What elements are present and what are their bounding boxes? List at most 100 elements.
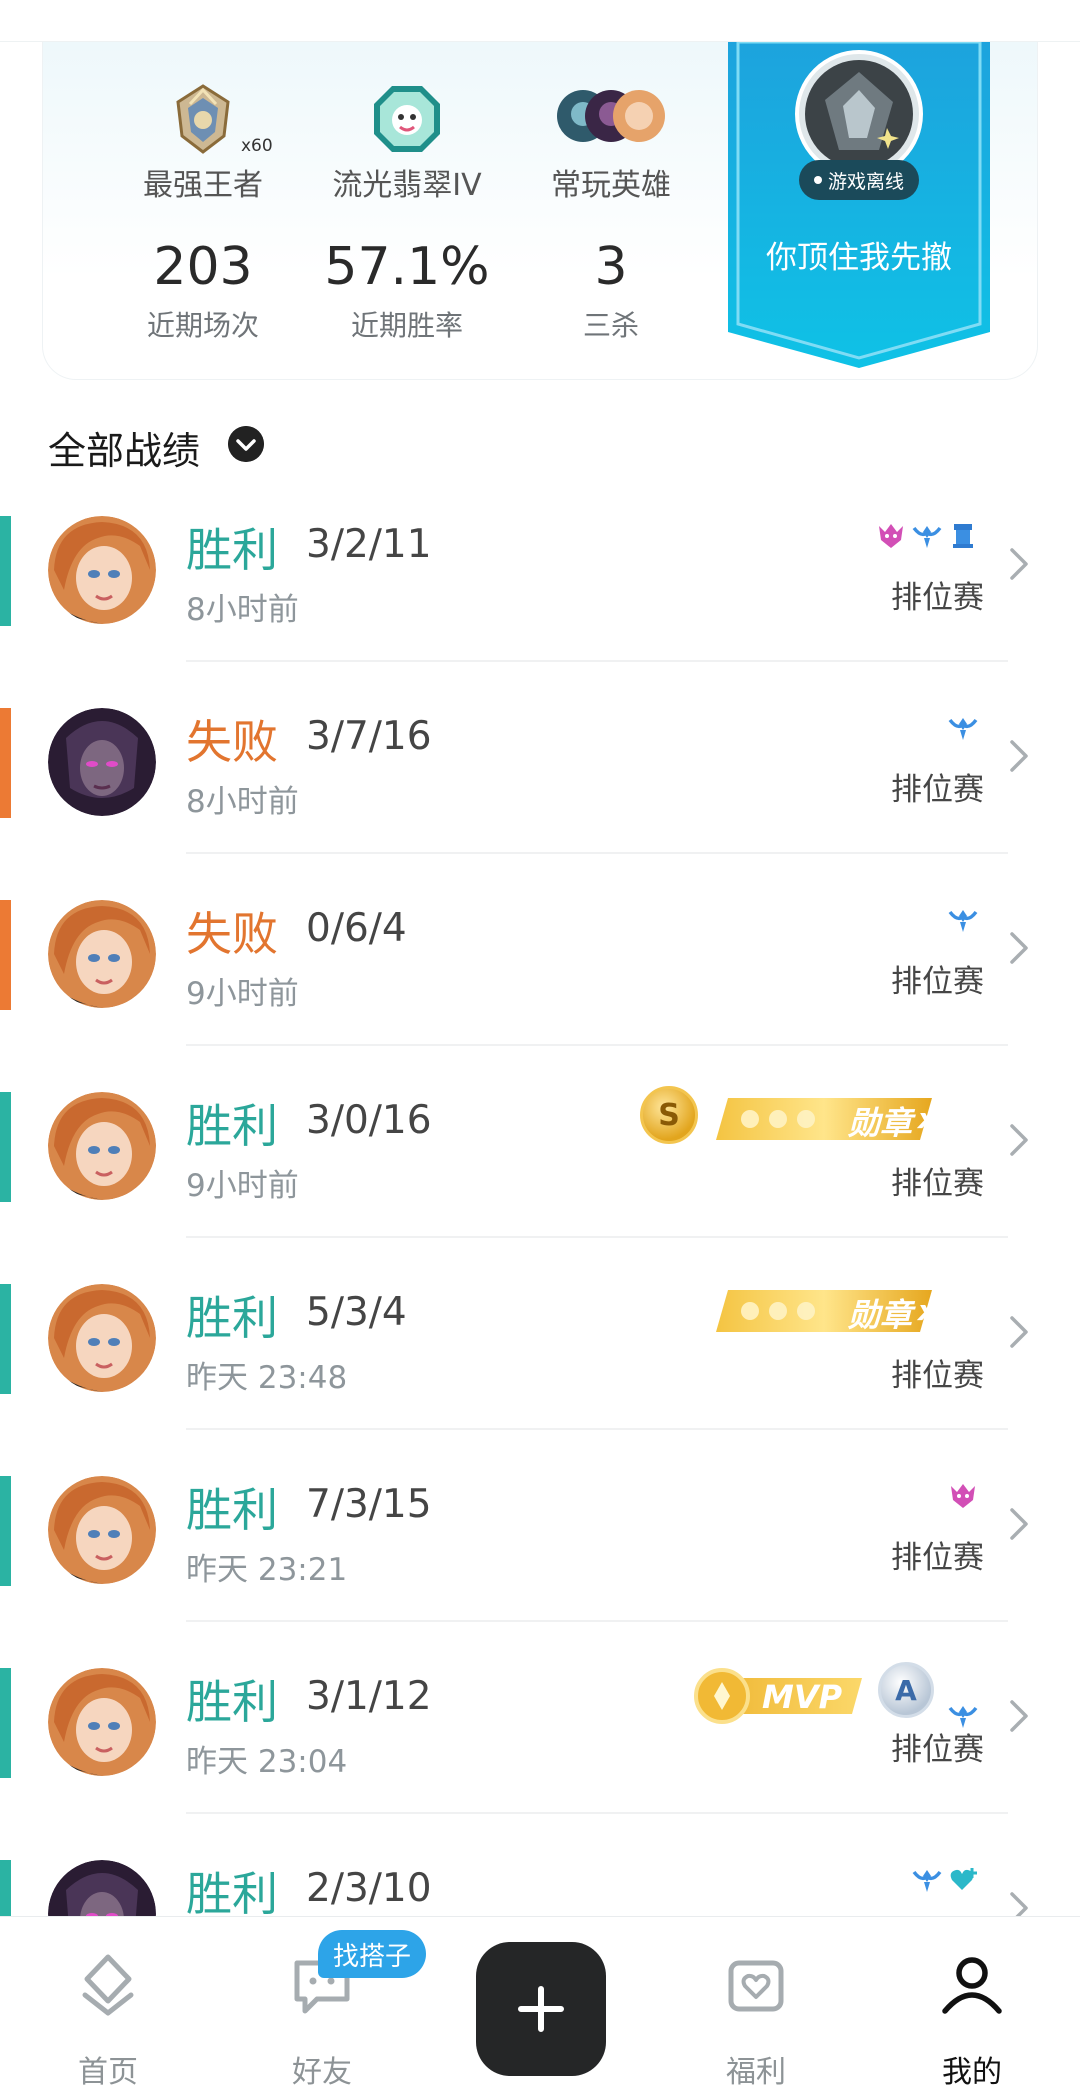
- online-status-badge: 游戏离线: [799, 160, 919, 200]
- wings-icon: [912, 520, 942, 554]
- match-time: 昨天 23:04: [186, 1744, 348, 1780]
- create-button[interactable]: [476, 1942, 606, 2076]
- wings-icon: [912, 1864, 942, 1898]
- filter-dropdown-icon[interactable]: [228, 426, 264, 462]
- chevron-right-icon[interactable]: [1006, 1120, 1032, 1160]
- wings-icon: [948, 904, 978, 938]
- heroes-column[interactable]: 常玩英雄 3 三杀: [511, 42, 711, 380]
- recent-games-value: 203: [153, 237, 253, 297]
- rank-stars: x60: [241, 136, 273, 156]
- result-indicator-bar: [0, 1284, 11, 1394]
- mvp-badge: MVP: [690, 1668, 862, 1724]
- match-row[interactable]: 胜利 3/0/16 9小时前 排位赛 勋章 x4 S: [0, 1086, 1080, 1278]
- chevron-right-icon[interactable]: [1006, 1312, 1032, 1352]
- match-time: 8小时前: [186, 592, 299, 628]
- win-rate-value: 57.1%: [324, 237, 490, 297]
- badge-group: [948, 1480, 984, 1520]
- tier-column[interactable]: 流光翡翠IV 57.1% 近期胜率: [307, 42, 507, 380]
- tier-label: 流光翡翠IV: [332, 168, 482, 203]
- wings-icon: [948, 712, 978, 746]
- match-row[interactable]: 失败 3/7/16 8小时前 排位赛: [0, 702, 1080, 894]
- hero-avatar: [48, 900, 156, 1008]
- hero-avatar: [48, 1476, 156, 1584]
- medal-text: 勋章: [848, 1104, 913, 1142]
- rank-column[interactable]: x60 最强王者 203 近期场次: [103, 42, 303, 380]
- chevron-right-icon[interactable]: [1006, 1696, 1032, 1736]
- match-result: 胜利: [186, 1675, 278, 1729]
- result-indicator-bar: [0, 1092, 11, 1202]
- hero-avatar: [48, 708, 156, 816]
- match-kda: 3/7/16: [306, 714, 432, 759]
- medal-strip: 勋章 x4: [716, 1096, 1006, 1142]
- medal-count: x4: [918, 1102, 956, 1135]
- match-kda: 3/1/12: [306, 1674, 432, 1719]
- mvp-text: MVP: [762, 1678, 843, 1716]
- tier-emblem-icon: [374, 86, 440, 152]
- demon-crest-icon: [948, 1480, 978, 1514]
- nav-mine[interactable]: 我的: [892, 1917, 1052, 2098]
- match-mode: 排位赛: [891, 580, 984, 616]
- match-result: 胜利: [186, 1099, 278, 1153]
- match-time: 9小时前: [186, 976, 299, 1012]
- match-result: 失败: [186, 715, 278, 769]
- chevron-right-icon[interactable]: [1006, 1504, 1032, 1544]
- match-result: 胜利: [186, 1483, 278, 1537]
- match-mode: 排位赛: [891, 964, 984, 1000]
- match-result: 胜利: [186, 523, 278, 577]
- badge-group: [876, 520, 984, 560]
- row-divider: [186, 1812, 1008, 1814]
- match-kda: 7/3/15: [306, 1482, 432, 1527]
- match-row[interactable]: 失败 0/6/4 9小时前 排位赛: [0, 894, 1080, 1086]
- result-indicator-bar: [0, 1476, 11, 1586]
- nav-friends-label: 好友: [292, 2055, 352, 2090]
- badge-group: [948, 712, 984, 752]
- match-mode: 排位赛: [891, 1358, 984, 1394]
- match-result: 胜利: [186, 1291, 278, 1345]
- row-divider: [186, 852, 1008, 854]
- row-divider: [186, 1236, 1008, 1238]
- match-time: 8小时前: [186, 784, 299, 820]
- match-kda: 5/3/4: [306, 1290, 407, 1335]
- chevron-right-icon[interactable]: [1006, 736, 1032, 776]
- win-rate-label: 近期胜率: [350, 309, 463, 342]
- match-row[interactable]: 胜利 3/2/11 8小时前 排位赛: [0, 510, 1080, 702]
- badge-group: [912, 1864, 984, 1904]
- match-time: 昨天 23:21: [186, 1552, 348, 1588]
- heart-plus-icon: [948, 1864, 978, 1898]
- profile-nickname: 你顶住我先撤: [766, 240, 952, 276]
- match-row[interactable]: 胜利 7/3/15 昨天 23:21 排位赛: [0, 1470, 1080, 1662]
- triple-kill-label: 三杀: [582, 309, 639, 342]
- status-area: [0, 0, 1080, 42]
- match-kda: 2/3/10: [306, 1866, 432, 1911]
- find-partner-badge[interactable]: 找搭子: [318, 1930, 426, 1978]
- wings-icon: [948, 1700, 978, 1734]
- nav-home-label: 首页: [78, 2055, 138, 2090]
- result-indicator-bar: [0, 1668, 11, 1778]
- medal-count: x4: [918, 1294, 956, 1327]
- result-indicator-bar: [0, 516, 11, 626]
- match-row[interactable]: 胜利 3/1/12 昨天 23:04 排位赛 MVP A: [0, 1662, 1080, 1854]
- match-kda: 0/6/4: [306, 906, 407, 951]
- coin-s-badge: S: [640, 1086, 698, 1144]
- hero-avatar: [48, 1092, 156, 1200]
- status-text: 游戏离线: [827, 170, 904, 193]
- nav-home[interactable]: 首页: [28, 1917, 188, 2098]
- chevron-right-icon[interactable]: [1006, 928, 1032, 968]
- match-row[interactable]: 胜利 5/3/4 昨天 23:48 排位赛 勋章 x4: [0, 1278, 1080, 1470]
- hero-avatar-group: [555, 88, 667, 144]
- status-dot-icon: [813, 176, 822, 184]
- heroes-label: 常玩英雄: [551, 168, 671, 203]
- result-indicator-bar: [0, 708, 11, 818]
- plus-icon: [518, 1986, 564, 2032]
- nav-welfare-label: 福利: [726, 2055, 786, 2090]
- nav-welfare[interactable]: 福利: [676, 1917, 836, 2098]
- hero-avatar: [48, 1284, 156, 1392]
- rank-label: 最强王者: [143, 168, 263, 203]
- match-result: 胜利: [186, 1867, 278, 1921]
- row-divider: [186, 1044, 1008, 1046]
- triple-kill-value: 3: [594, 237, 628, 297]
- section-title[interactable]: 全部战绩: [48, 420, 200, 475]
- profile-avatar[interactable]: [795, 50, 923, 178]
- chevron-right-icon[interactable]: [1006, 544, 1032, 584]
- row-divider: [186, 1620, 1008, 1622]
